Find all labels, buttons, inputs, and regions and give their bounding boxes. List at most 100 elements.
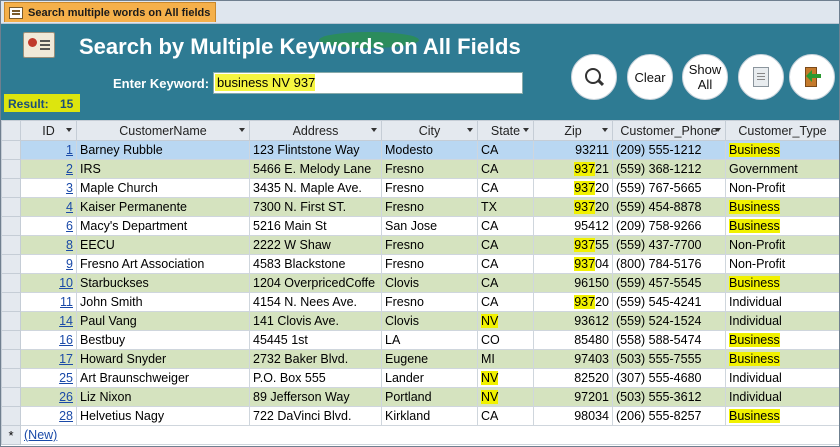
cell-city[interactable]: Kirkland [381,406,478,426]
cell-customer-phone[interactable]: (559) 457-5545 [612,273,726,293]
record-id-link[interactable]: 9 [66,257,73,271]
cell-state[interactable]: CO [477,330,534,350]
cell-address[interactable]: 141 Clovis Ave. [249,311,382,331]
cell-city[interactable]: Eugene [381,349,478,369]
cell-customername[interactable]: Paul Vang [76,311,250,331]
cell-address[interactable]: 5216 Main St [249,216,382,236]
cell-customer-type[interactable]: Government [725,159,839,179]
cell-address[interactable]: 89 Jefferson Way [249,387,382,407]
table-row[interactable]: 3 Maple Church 3435 N. Maple Ave. Fresno CA 9… [1,178,839,198]
cell-address[interactable]: 123 Flintstone Way [249,140,382,160]
cell-city[interactable]: Fresno [381,159,478,179]
record-selector[interactable] [1,330,21,350]
cell-id[interactable]: 11 [20,292,77,312]
show-all-button[interactable]: Show All [682,54,728,100]
cell-city[interactable]: Modesto [381,140,478,160]
cell-zip[interactable]: 93211 [533,140,613,160]
cell-zip[interactable]: 95412 [533,216,613,236]
cell-id[interactable]: 10 [20,273,77,293]
cell-address[interactable]: 722 DaVinci Blvd. [249,406,382,426]
column-header-state[interactable]: State [477,120,534,141]
cell-customer-phone[interactable]: (209) 555-1212 [612,140,726,160]
cell-customername[interactable]: Kaiser Permanente [76,197,250,217]
record-id-link[interactable]: 26 [59,390,73,404]
cell-zip[interactable]: 97201 [533,387,613,407]
cell-customer-type[interactable]: Business [725,349,839,369]
table-row[interactable]: 4 Kaiser Permanente 7300 N. First ST. Fresn… [1,197,839,217]
cell-customer-type[interactable]: Individual [725,311,839,331]
cell-address[interactable]: 3435 N. Maple Ave. [249,178,382,198]
cell-zip[interactable]: 97403 [533,349,613,369]
cell-state[interactable]: CA [477,254,534,274]
cell-id[interactable]: 4 [20,197,77,217]
cell-customer-type[interactable]: Non-Profit [725,254,839,274]
search-button[interactable] [571,54,617,100]
cell-address[interactable]: 4154 N. Nees Ave. [249,292,382,312]
cell-id[interactable]: 9 [20,254,77,274]
cell-address[interactable]: P.O. Box 555 [249,368,382,388]
cell-state[interactable]: CA [477,292,534,312]
cell-id[interactable]: 1 [20,140,77,160]
record-selector[interactable] [1,368,21,388]
table-row[interactable]: 2 IRS 5466 E. Melody Lane Fresno CA 93721 (559… [1,159,839,179]
cell-customername[interactable]: Starbuckses [76,273,250,293]
cell-customer-phone[interactable]: (559) 524-1524 [612,311,726,331]
record-selector[interactable] [1,254,21,274]
cell-state[interactable]: CA [477,140,534,160]
record-id-link[interactable]: 16 [59,333,73,347]
table-row[interactable]: 11 John Smith 4154 N. Nees Ave. Fresno CA 937… [1,292,839,312]
cell-id[interactable]: 6 [20,216,77,236]
cell-customername[interactable]: Liz Nixon [76,387,250,407]
cell-city[interactable]: Portland [381,387,478,407]
table-row[interactable]: 8 EECU 2222 W Shaw Fresno CA 93755 (559) 437-7… [1,235,839,255]
column-header-city[interactable]: City [381,120,478,141]
cell-address[interactable]: 2222 W Shaw [249,235,382,255]
cell-zip[interactable]: 93720 [533,197,613,217]
table-row[interactable]: 10 Starbuckses 1204 OverpricedCoffe Clovis C… [1,273,839,293]
cell-state[interactable]: MI [477,349,534,369]
column-header-customer-type[interactable]: Customer_Type [725,120,839,141]
cell-address[interactable]: 5466 E. Melody Lane [249,159,382,179]
record-selector[interactable] [1,349,21,369]
cell-state[interactable]: CA [477,159,534,179]
cell-zip[interactable]: 93720 [533,292,613,312]
cell-city[interactable]: Fresno [381,292,478,312]
cell-id[interactable]: 2 [20,159,77,179]
cell-id[interactable]: 16 [20,330,77,350]
cell-state[interactable]: CA [477,216,534,236]
cell-customer-phone[interactable]: (206) 555-8257 [612,406,726,426]
cell-state[interactable]: NV [477,368,534,388]
cell-id[interactable]: 26 [20,387,77,407]
new-record-row[interactable]: * (New) [1,425,839,445]
column-header-address[interactable]: Address [249,120,382,141]
cell-id[interactable]: 3 [20,178,77,198]
cell-customername[interactable]: Bestbuy [76,330,250,350]
cell-customername[interactable]: EECU [76,235,250,255]
cell-state[interactable]: NV [477,311,534,331]
cell-city[interactable]: Lander [381,368,478,388]
record-selector[interactable] [1,140,21,160]
table-row[interactable]: 1 Barney Rubble 123 Flintstone Way Modesto C… [1,140,839,160]
cell-customer-phone[interactable]: (503) 555-7555 [612,349,726,369]
cell-customer-type[interactable]: Individual [725,387,839,407]
record-selector[interactable] [1,159,21,179]
cell-address[interactable]: 1204 OverpricedCoffe [249,273,382,293]
record-id-link[interactable]: 10 [59,276,73,290]
cell-id[interactable]: 14 [20,311,77,331]
record-id-link[interactable]: 6 [66,219,73,233]
cell-id[interactable]: 8 [20,235,77,255]
record-selector[interactable] [1,292,21,312]
cell-customer-type[interactable]: Business [725,330,839,350]
record-selector[interactable] [1,406,21,426]
column-header-id[interactable]: ID [20,120,77,141]
cell-customer-phone[interactable]: (559) 545-4241 [612,292,726,312]
record-id-link[interactable]: 8 [66,238,73,252]
cell-customer-type[interactable]: Business [725,197,839,217]
record-selector[interactable] [1,273,21,293]
cell-customername[interactable]: Fresno Art Association [76,254,250,274]
cell-customername[interactable]: Macy's Department [76,216,250,236]
record-id-link[interactable]: 3 [66,181,73,195]
cell-customername[interactable]: Barney Rubble [76,140,250,160]
cell-customer-phone[interactable]: (800) 784-5176 [612,254,726,274]
cell-customer-phone[interactable]: (558) 588-5474 [612,330,726,350]
